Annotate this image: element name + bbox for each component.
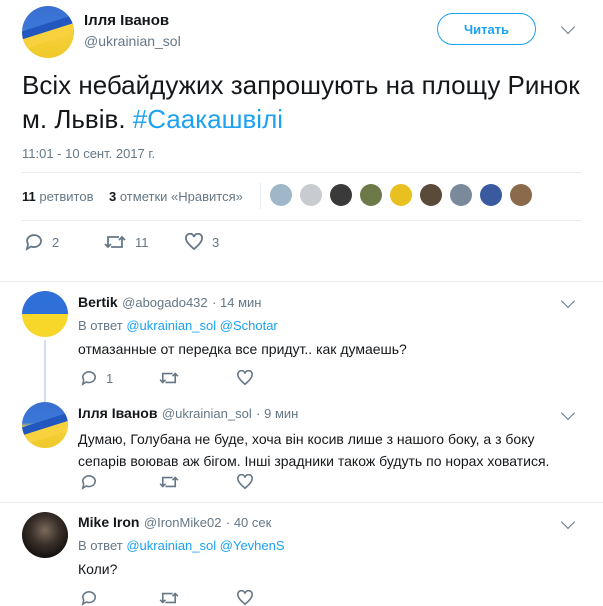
- like-action[interactable]: 3: [184, 233, 219, 251]
- section-divider: [0, 281, 603, 282]
- reply-text: отмазанные от передка все придут.. как д…: [78, 341, 407, 357]
- mention-link[interactable]: @Schotar: [220, 318, 278, 333]
- heart-icon[interactable]: [236, 474, 254, 490]
- likes-stat[interactable]: 3 отметки «Нравится»: [109, 189, 243, 204]
- more-options-icon[interactable]: [560, 514, 576, 530]
- liker-avatar[interactable]: [390, 184, 412, 206]
- reply-icon[interactable]: [80, 474, 98, 490]
- divider: [22, 172, 581, 173]
- author-name[interactable]: Ілля Іванов: [84, 12, 169, 29]
- liker-avatar[interactable]: [360, 184, 382, 206]
- retweets-stat[interactable]: 11 ретвитов: [22, 189, 93, 204]
- reply-avatar[interactable]: [22, 512, 68, 558]
- more-options-icon[interactable]: [560, 405, 576, 421]
- reply-header: Bertik @abogado432 · 14 мин: [78, 294, 262, 312]
- reply-time[interactable]: · 40 сек: [226, 515, 271, 530]
- retweet-icon[interactable]: [158, 370, 180, 386]
- section-divider: [0, 502, 603, 503]
- reply-author-name[interactable]: Ілля Іванов: [78, 405, 157, 421]
- thread-line: [44, 340, 46, 402]
- liker-avatar[interactable]: [270, 184, 292, 206]
- reply-author-handle[interactable]: @IronMike02: [144, 515, 222, 530]
- reply-avatar[interactable]: [22, 291, 68, 337]
- liker-avatar[interactable]: [300, 184, 322, 206]
- retweets-count: 11: [22, 189, 36, 204]
- reply-time[interactable]: · 14 мин: [212, 295, 261, 310]
- retweet-icon: [104, 235, 126, 249]
- liker-avatar[interactable]: [330, 184, 352, 206]
- reply-text: Думаю, Голубана не буде, хоча він косив …: [78, 431, 550, 469]
- more-options-icon[interactable]: [560, 19, 576, 35]
- mention-link[interactable]: @ukrainian_sol: [126, 318, 216, 333]
- reply-author-name[interactable]: Bertik: [78, 294, 118, 310]
- reply-action[interactable]: 2: [24, 233, 59, 251]
- likers-avatars: [270, 184, 532, 206]
- like-count: 3: [212, 234, 220, 250]
- mention-link[interactable]: @YevhenS: [220, 538, 285, 553]
- reply-to: В ответ @ukrainian_sol @YevhenS: [78, 538, 285, 553]
- reply-to: В ответ @ukrainian_sol @Schotar: [78, 318, 278, 333]
- reply-to-prefix: В ответ: [78, 538, 123, 553]
- reply-to-prefix: В ответ: [78, 318, 123, 333]
- liker-avatar[interactable]: [510, 184, 532, 206]
- hashtag-link[interactable]: #Саакашвілі: [133, 104, 283, 134]
- reply-text: Коли?: [78, 561, 118, 577]
- heart-icon: [185, 233, 203, 251]
- reply-icon: [25, 234, 42, 251]
- likes-label: отметки «Нравится»: [119, 189, 243, 204]
- likes-count: 3: [109, 189, 117, 204]
- reply-count: 2: [52, 234, 60, 250]
- follow-button[interactable]: Читать: [437, 13, 536, 45]
- liker-avatar[interactable]: [450, 184, 472, 206]
- stat-separator: [260, 183, 261, 209]
- liker-avatar[interactable]: [480, 184, 502, 206]
- reply-time[interactable]: · 9 мин: [256, 406, 298, 421]
- author-handle[interactable]: @ukrainian_sol: [84, 33, 181, 49]
- reply-header: Mike Iron @IronMike02 · 40 сек: [78, 514, 271, 532]
- mention-link[interactable]: @ukrainian_sol: [126, 538, 216, 553]
- reply-avatar[interactable]: [22, 402, 68, 448]
- reply-author-name[interactable]: Mike Iron: [78, 514, 139, 530]
- tweet-text: Всіх небайдужих запрошують на площу Рино…: [22, 68, 582, 136]
- retweets-label: ретвитов: [39, 189, 94, 204]
- heart-icon[interactable]: [236, 370, 254, 386]
- reply-author-handle[interactable]: @ukrainian_sol: [162, 406, 252, 421]
- retweet-count: 11: [135, 234, 149, 250]
- reply-icon: [81, 371, 96, 386]
- reply-header: Ілля Іванов @ukrainian_sol · 9 мин: [78, 405, 298, 423]
- tweet-body: Всіх небайдужих запрошують на площу Рино…: [22, 70, 580, 134]
- liker-avatar[interactable]: [420, 184, 442, 206]
- reply-action[interactable]: 1: [80, 370, 113, 386]
- retweet-icon[interactable]: [158, 474, 180, 490]
- reply-author-handle[interactable]: @abogado432: [122, 295, 208, 310]
- reply-count: 1: [106, 370, 114, 386]
- author-avatar[interactable]: [22, 6, 74, 58]
- divider: [22, 220, 581, 221]
- retweet-action[interactable]: 11: [103, 233, 149, 251]
- tweet-timestamp[interactable]: 11:01 - 10 сент. 2017 г.: [22, 146, 155, 161]
- more-options-icon[interactable]: [560, 293, 576, 309]
